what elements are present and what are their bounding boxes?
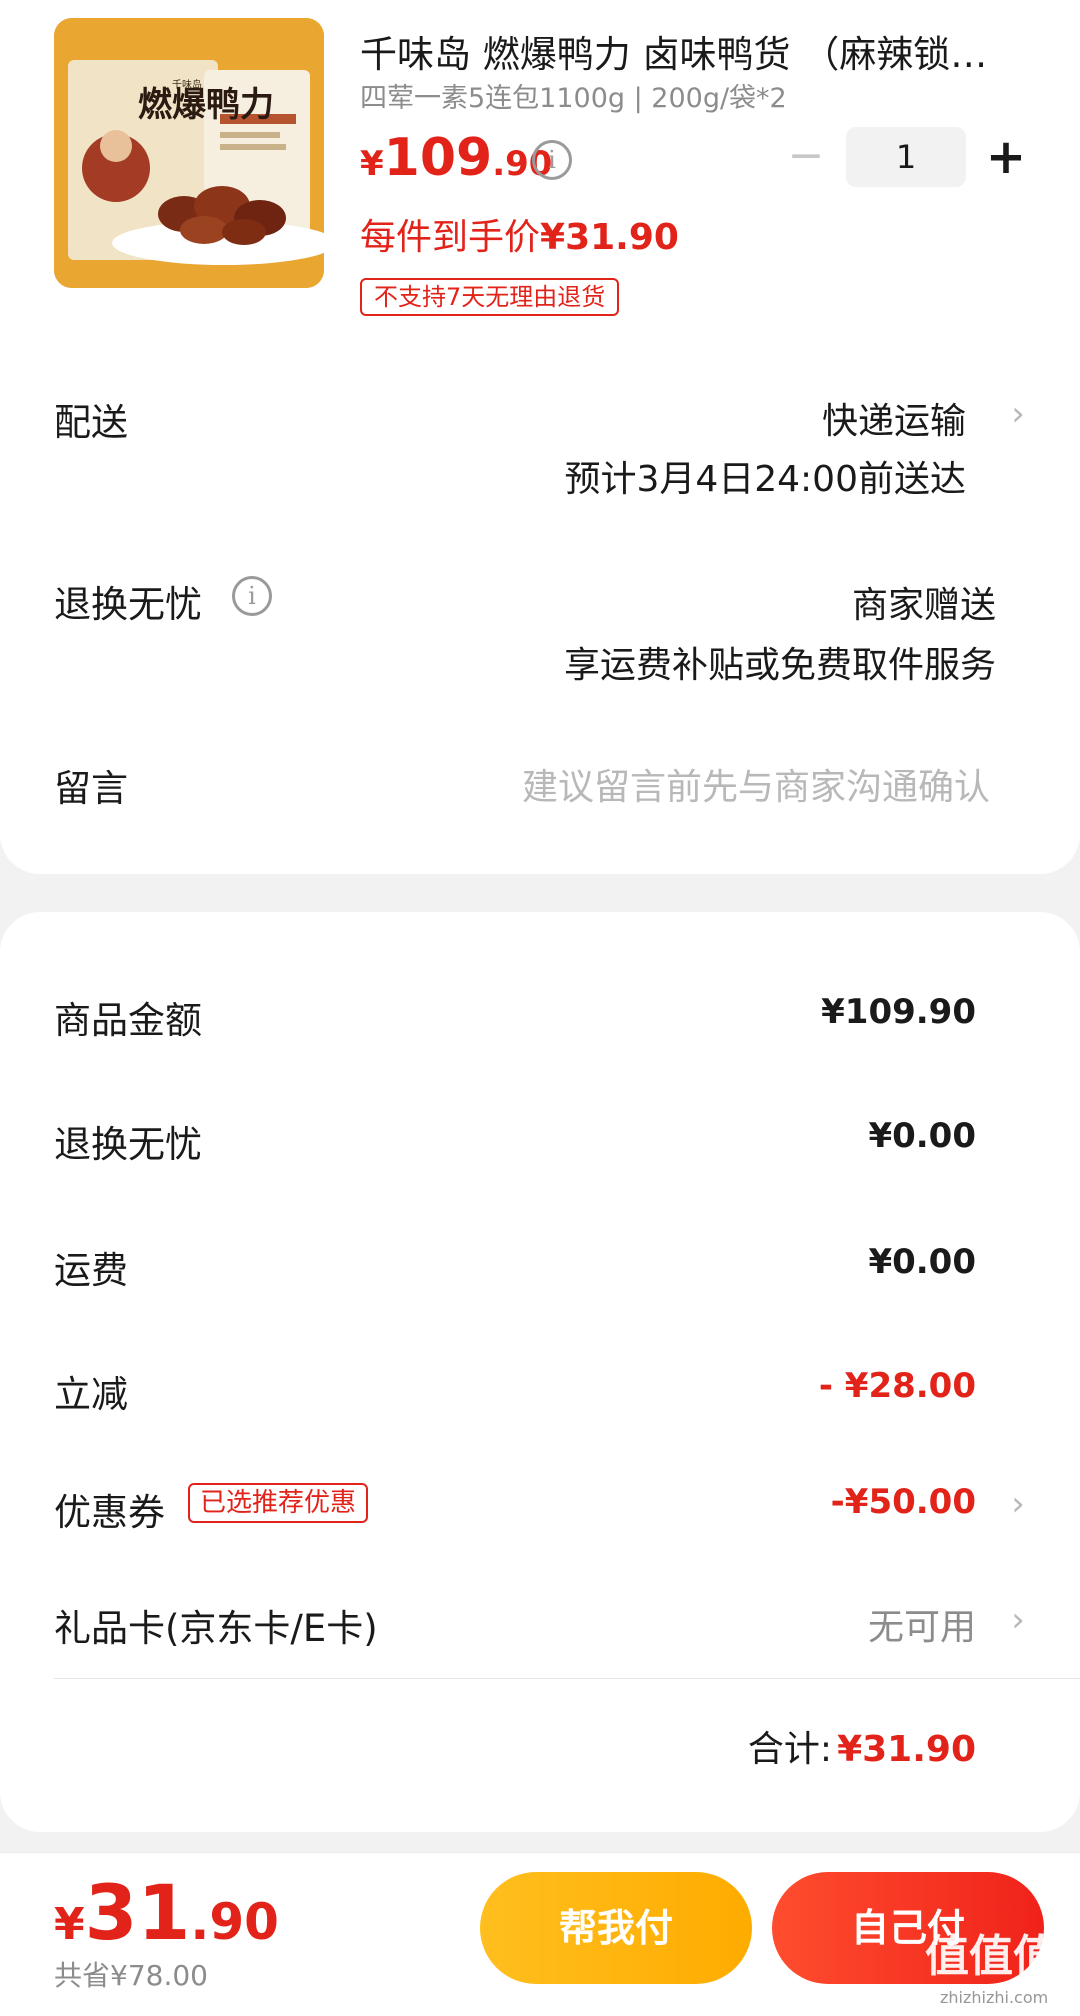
summary-gift-card-value[interactable]: 无可用 xyxy=(868,1598,976,1650)
summary-coupon-label[interactable]: 优惠券 xyxy=(54,1482,165,1536)
message-input[interactable]: 建议留言前先与商家沟通确认 xyxy=(522,758,990,810)
worry-free-label: 退换无忧 xyxy=(54,583,202,626)
summary-shipping-label: 运费 xyxy=(54,1249,128,1292)
delivery-method[interactable]: 快递运输 xyxy=(822,392,966,444)
product-spec: 四荤一素5连包1100g | 200g/袋*2 xyxy=(360,83,787,114)
message-label: 留言 xyxy=(54,767,128,810)
price-integer: 109 xyxy=(383,128,493,188)
product-image: 燃爆鸭力 千味岛 xyxy=(54,18,324,288)
checkout-price-integer: 31 xyxy=(84,1868,191,1957)
summary-discount-label: 立减 xyxy=(54,1373,128,1416)
worry-free-provider: 商家赠送 xyxy=(851,585,996,626)
brand-corner-text: 千味岛 xyxy=(172,78,202,91)
product-title[interactable]: 千味岛 燃爆鸭力 卤味鸭货 （麻辣锁… xyxy=(360,24,1020,78)
summary-gift-card-label[interactable]: 礼品卡(京东卡/E卡) xyxy=(54,1598,378,1652)
summary-goods-label: 商品金额 xyxy=(54,999,202,1042)
help-me-pay-button[interactable]: 帮我付 xyxy=(480,1872,752,1984)
checkout-price-currency: ¥ xyxy=(54,1899,85,1950)
summary-coupon-value[interactable]: -¥50.00 xyxy=(831,1482,976,1522)
delivery-eta: 预计3月4日24:00前送达 xyxy=(564,459,966,500)
summary-shipping-value: ¥0.00 xyxy=(868,1242,976,1282)
delivery-chevron-icon[interactable]: › xyxy=(1006,394,1030,434)
unit-price: 每件到手价¥31.90 xyxy=(360,208,679,260)
checkout-saved: 共省¥78.00 xyxy=(54,1959,208,1992)
site-watermark: 值值值 xyxy=(925,1931,1057,1982)
worry-free-description: 享运费补贴或免费取件服务 xyxy=(563,645,996,686)
coupon-recommended-chip: 已选推荐优惠 xyxy=(188,1483,369,1523)
brand-art-text: 燃爆鸭力 xyxy=(138,85,274,125)
price-currency: ¥ xyxy=(360,144,384,184)
order-item-card: 燃爆鸭力 千味岛 千味岛 燃爆鸭力 卤味鸭货 （麻辣锁… 四荤一素5连包1100… xyxy=(0,0,1080,874)
summary-goods-value: ¥109.90 xyxy=(821,992,976,1032)
quantity-value[interactable]: 1 xyxy=(846,127,966,187)
product-thumbnail[interactable]: 燃爆鸭力 千味岛 xyxy=(54,18,324,288)
checkout-price: ¥31.90 xyxy=(54,1868,279,1957)
delivery-label: 配送 xyxy=(54,401,128,444)
quantity-decrease-button[interactable]: − xyxy=(780,130,832,182)
summary-total: 合计: ¥31.90 xyxy=(748,1720,976,1772)
unit-price-label: 每件到手价 xyxy=(360,217,541,258)
total-value: ¥31.90 xyxy=(837,1729,976,1770)
checkout-price-decimal: .90 xyxy=(190,1893,279,1951)
summary-divider xyxy=(54,1678,1080,1679)
quantity-increase-button[interactable]: + xyxy=(980,127,1032,187)
worry-free-info-icon[interactable]: i xyxy=(232,576,272,616)
summary-worry-free-value: ¥0.00 xyxy=(868,1116,976,1156)
summary-discount-value: - ¥28.00 xyxy=(818,1366,976,1406)
price-info-icon[interactable]: i xyxy=(532,140,572,180)
total-label: 合计: xyxy=(747,1729,832,1770)
unit-price-value: ¥31.90 xyxy=(540,217,679,258)
return-policy-badge: 不支持7天无理由退货 xyxy=(360,278,620,316)
coupon-chevron-icon[interactable]: › xyxy=(1006,1484,1030,1524)
site-watermark-url: zhizhizhi.com xyxy=(940,1988,1049,2007)
summary-worry-free-label: 退换无忧 xyxy=(54,1123,202,1166)
product-price: ¥109.90 xyxy=(360,128,552,188)
gift-card-chevron-icon[interactable]: › xyxy=(1006,1600,1030,1640)
